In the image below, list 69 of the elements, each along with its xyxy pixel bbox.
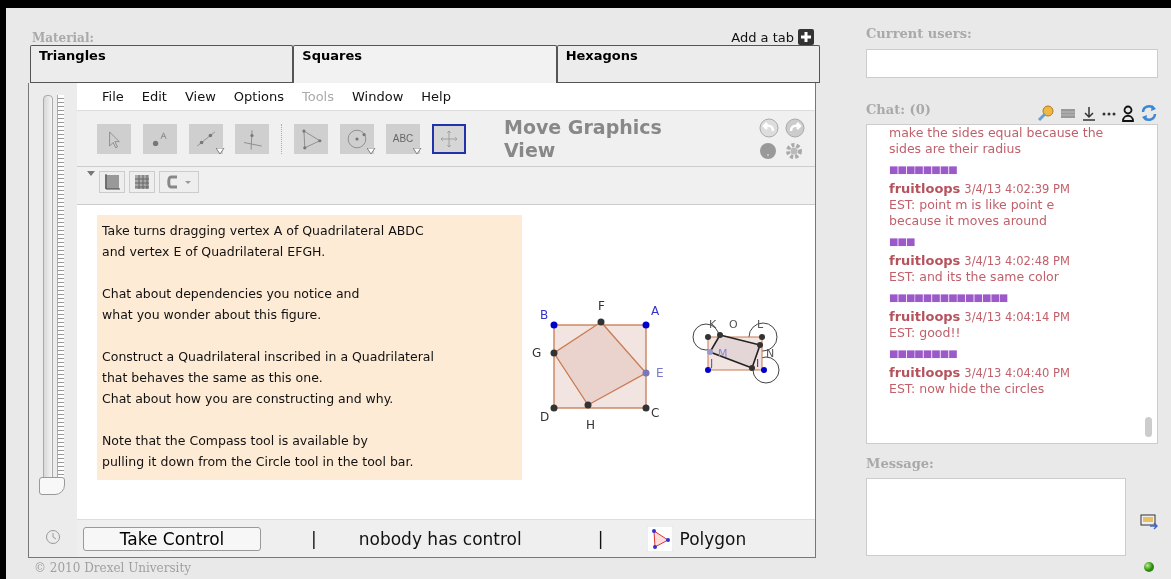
- menu-item[interactable]: Edit: [132, 89, 176, 104]
- add-tab-button[interactable]: Add a tab: [731, 29, 814, 45]
- undo-icon[interactable]: [759, 117, 779, 138]
- separator-text: |: [597, 528, 604, 549]
- typing-indicator: ■■■: [889, 235, 916, 249]
- clock-icon[interactable]: [45, 529, 61, 545]
- help-icon[interactable]: [759, 141, 777, 160]
- chat-author: fruitloops: [889, 365, 961, 380]
- tool-button[interactable]: ABC: [386, 123, 420, 154]
- chat-author: fruitloops: [889, 309, 961, 324]
- chat-message-text: EST: and its the same color: [889, 269, 1060, 285]
- magnet-icon: [165, 173, 193, 191]
- chat-message-text: EST: good!!: [889, 325, 962, 341]
- polygon-tool-icon: [647, 525, 674, 552]
- dropdown-icon: [413, 147, 422, 155]
- status-dot: [1144, 562, 1154, 572]
- settings-icon[interactable]: [785, 141, 803, 160]
- redo-icon[interactable]: [785, 117, 805, 138]
- tab[interactable]: Squares: [293, 45, 557, 83]
- chat-timestamp: 3/4/13 4:04:14 PM: [964, 310, 1070, 324]
- copyright-text: © 2010 Drexel University: [34, 561, 192, 575]
- tool-button[interactable]: [432, 123, 466, 154]
- axes-icon: [103, 173, 121, 191]
- instructions-text: Take turns dragging vertex A of Quadrilateral ABDC and vertex E of Quadrilateral EFGH. Chat about dependencies you notice and what you wonder about this figure. Construct a Quadrilateral inscribed in a Quadrilateral that behaves the same as this one. Chat about how you are constructing and why. Note that the Compass tool is available by pulling it down from the Circle tool in the tool bar.: [97, 215, 522, 480]
- typing-indicator: ■■■■■■■■: [889, 163, 958, 177]
- menu-item[interactable]: Window: [343, 89, 413, 104]
- message-field[interactable]: [866, 478, 1126, 556]
- chat-message-text: EST: point m is like point e because it moves around: [889, 197, 1056, 229]
- dropdown-icon: [367, 147, 376, 155]
- section-label: Chat: (0): [866, 102, 931, 119]
- point-capture-button[interactable]: [159, 171, 199, 193]
- axes-button[interactable]: [99, 171, 125, 193]
- grid-icon: [133, 173, 151, 191]
- person-icon[interactable]: [1122, 104, 1134, 122]
- menu-item[interactable]: File: [93, 89, 133, 104]
- chat-timestamp: 3/4/13 4:02:39 PM: [964, 182, 1070, 196]
- typing-indicator: ■■■■■■■■■■■■■■: [889, 291, 1009, 305]
- separator-text: |: [311, 528, 317, 549]
- section-label: Current users:: [866, 26, 973, 43]
- menu-item[interactable]: Options: [224, 89, 293, 104]
- tool-name-label: Move Graphics View: [504, 115, 663, 162]
- chat-timestamp: 3/4/13 4:02:48 PM: [964, 254, 1070, 268]
- vertical-slider[interactable]: [38, 95, 68, 495]
- current-tool-label: Polygon: [679, 528, 747, 549]
- section-label: Message:: [866, 456, 935, 473]
- collapse-icon[interactable]: [87, 171, 95, 176]
- chat-message-text: EST: now hide the circles: [889, 381, 1046, 397]
- plus-icon: [798, 29, 814, 45]
- chat-author: fruitloops: [889, 181, 961, 196]
- menu-item[interactable]: View: [175, 89, 225, 104]
- tab[interactable]: Triangles: [30, 45, 294, 83]
- download-icon[interactable]: [1082, 105, 1096, 121]
- menu-item[interactable]: Help: [412, 89, 460, 104]
- refresh-icon[interactable]: [1140, 104, 1158, 122]
- dropdown-icon: [216, 147, 225, 155]
- chat-author: fruitloops: [889, 253, 961, 268]
- tab[interactable]: Hexagons: [556, 45, 820, 83]
- chat-message-text: make the sides equal because the sides are their radius: [889, 125, 1105, 157]
- control-status-text: nobody has control: [358, 528, 522, 549]
- send-icon[interactable]: [1140, 514, 1158, 530]
- scrollbar-thumb[interactable]: [1145, 417, 1152, 437]
- section-label: Material:: [32, 31, 94, 45]
- typing-indicator: ■■■■■■■■: [889, 347, 958, 361]
- take-control-button[interactable]: Take Control: [83, 526, 261, 551]
- chat-timestamp: 3/4/13 4:04:40 PM: [964, 366, 1070, 380]
- film-icon[interactable]: [1060, 106, 1076, 120]
- slider-thumb[interactable]: [39, 477, 65, 495]
- key-icon[interactable]: [1037, 104, 1054, 122]
- grid-button[interactable]: [129, 171, 155, 193]
